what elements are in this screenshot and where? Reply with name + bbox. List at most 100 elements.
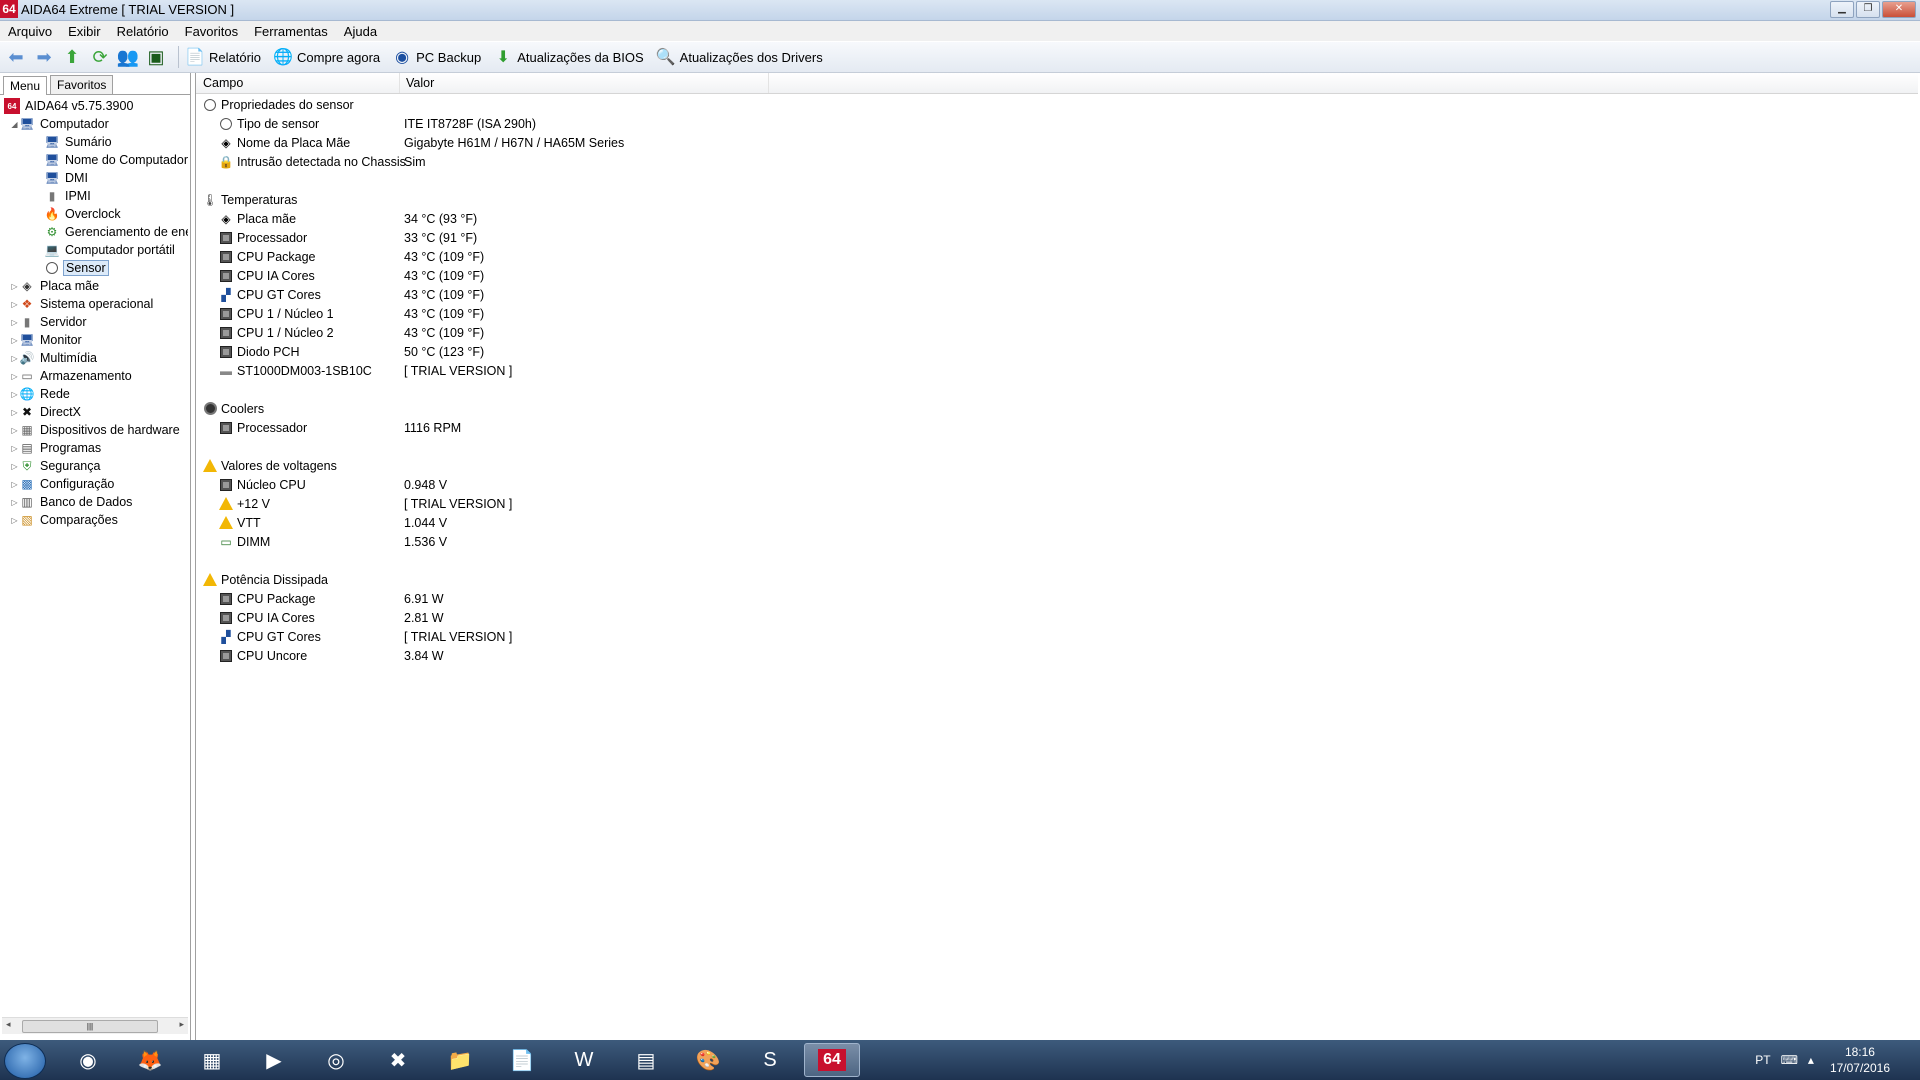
clock[interactable]: 18:16 17/07/2016 bbox=[1830, 1044, 1890, 1076]
menu-exibir[interactable]: Exibir bbox=[60, 24, 109, 39]
tree-item-multimedia[interactable]: ▷ 🔊 Multimídia bbox=[10, 349, 99, 367]
tree-item-database[interactable]: ▷ ▥ Banco de Dados bbox=[10, 493, 134, 511]
users-icon[interactable]: 👥 bbox=[116, 45, 140, 69]
excel-icon[interactable]: ✖ bbox=[370, 1043, 426, 1077]
tree-item-dmi[interactable]: 🖥 DMI bbox=[44, 169, 90, 187]
tree-item-server[interactable]: ▷ ▮ Servidor bbox=[10, 313, 89, 331]
list-item[interactable]: +12 V bbox=[218, 494, 270, 513]
driver-update-button[interactable]: 🔍 Atualizações dos Drivers bbox=[656, 47, 823, 67]
refresh-icon[interactable]: ⟳ bbox=[88, 45, 112, 69]
tree-item-motherboard[interactable]: ▷ ◈ Placa mãe bbox=[10, 277, 101, 295]
tab-menu[interactable]: Menu bbox=[3, 76, 48, 95]
tree-item-sensor[interactable]: Sensor bbox=[44, 259, 109, 277]
expand-triangle-icon[interactable]: ▷ bbox=[10, 408, 19, 417]
list-item[interactable]: CPU 1 / Núcleo 2 bbox=[218, 323, 334, 342]
aida64-app-icon[interactable]: 64 bbox=[0, 0, 18, 18]
expand-triangle-icon[interactable]: ▷ bbox=[10, 426, 19, 435]
list-item[interactable]: Processador bbox=[218, 418, 307, 437]
tree-item-power-management[interactable]: ⚙ Gerenciamento de ener bbox=[44, 223, 188, 241]
expand-triangle-icon[interactable]: ▷ bbox=[10, 462, 19, 471]
language-indicator[interactable]: PT bbox=[1755, 1053, 1770, 1067]
collapse-triangle-icon[interactable]: ◢ bbox=[10, 120, 19, 129]
menu-ajuda[interactable]: Ajuda bbox=[336, 24, 385, 39]
scrollbar-thumb[interactable]: ||| bbox=[22, 1020, 158, 1033]
report-button[interactable]: 📄 Relatório bbox=[185, 47, 261, 67]
back-arrow-icon[interactable]: ⬅ bbox=[4, 45, 28, 69]
expand-triangle-icon[interactable]: ▷ bbox=[10, 498, 19, 507]
scroll-left-arrow-icon[interactable]: ◂ bbox=[6, 1019, 11, 1030]
tree-item-ipmi[interactable]: ▮ IPMI bbox=[44, 187, 93, 205]
tree-item-overclock[interactable]: 🔥 Overclock bbox=[44, 205, 123, 223]
menu-arquivo[interactable]: Arquivo bbox=[0, 24, 60, 39]
column-value-header[interactable]: Valor bbox=[399, 73, 769, 93]
expand-triangle-icon[interactable]: ▷ bbox=[10, 354, 19, 363]
tray-expand-icon[interactable]: ▴ bbox=[1808, 1053, 1814, 1067]
expand-triangle-icon[interactable]: ▷ bbox=[10, 444, 19, 453]
list-item[interactable]: ◈ Placa mãe bbox=[218, 209, 296, 228]
expand-triangle-icon[interactable]: ▷ bbox=[10, 282, 19, 291]
tree-item-benchmarks[interactable]: ▷ ▧ Comparações bbox=[10, 511, 120, 529]
tree-horizontal-scrollbar[interactable]: ◂ ||| ▸ bbox=[2, 1017, 188, 1034]
browser-icon[interactable]: ◎ bbox=[308, 1043, 364, 1077]
tree-item-os[interactable]: ▷ ❖ Sistema operacional bbox=[10, 295, 155, 313]
tree-item-configuration[interactable]: ▷ ▩ Configuração bbox=[10, 475, 116, 493]
menu-relatorio[interactable]: Relatório bbox=[109, 24, 177, 39]
pc-backup-button[interactable]: ◉ PC Backup bbox=[392, 47, 481, 67]
keyboard-icon[interactable]: ⌨ bbox=[1781, 1053, 1798, 1067]
expand-triangle-icon[interactable]: ▷ bbox=[10, 318, 19, 327]
tree-item-programs[interactable]: ▷ ▤ Programas bbox=[10, 439, 103, 457]
document-icon[interactable]: 📄 bbox=[494, 1043, 550, 1077]
expand-triangle-icon[interactable]: ▷ bbox=[10, 300, 19, 309]
tree-item-security[interactable]: ▷ ⛨ Segurança bbox=[10, 457, 102, 475]
list-item[interactable]: CPU Uncore bbox=[218, 646, 307, 665]
expand-triangle-icon[interactable]: ▷ bbox=[10, 390, 19, 399]
list-item[interactable]: CPU 1 / Núcleo 1 bbox=[218, 304, 334, 323]
expand-triangle-icon[interactable]: ▷ bbox=[10, 480, 19, 489]
bios-update-button[interactable]: ⬇ Atualizações da BIOS bbox=[493, 47, 643, 67]
chrome-icon[interactable]: ◉ bbox=[60, 1043, 116, 1077]
minimize-button[interactable]: ▁ bbox=[1830, 1, 1854, 18]
tree-item-storage[interactable]: ▷ ▭ Armazenamento bbox=[10, 367, 134, 385]
section-power[interactable]: Potência Dissipada bbox=[202, 570, 328, 589]
tree-root[interactable]: 64 AIDA64 v5.75.3900 bbox=[4, 97, 135, 115]
list-item[interactable]: ◈ Nome da Placa Mãe bbox=[218, 133, 350, 152]
scroll-right-arrow-icon[interactable]: ▸ bbox=[179, 1019, 184, 1030]
maximize-button[interactable]: ❐ bbox=[1856, 1, 1880, 18]
list-item[interactable]: ▞ CPU GT Cores bbox=[218, 627, 320, 646]
tree-item-directx[interactable]: ▷ ✖ DirectX bbox=[10, 403, 83, 421]
list-item[interactable]: CPU IA Cores bbox=[218, 608, 315, 627]
buy-now-button[interactable]: 🌐 Compre agora bbox=[273, 47, 380, 67]
tab-favorites[interactable]: Favoritos bbox=[50, 75, 114, 94]
firefox-icon[interactable]: 🦊 bbox=[122, 1043, 178, 1077]
paint-icon[interactable]: 🎨 bbox=[680, 1043, 736, 1077]
menu-ferramentas[interactable]: Ferramentas bbox=[246, 24, 336, 39]
tree-item-hardware-devices[interactable]: ▷ ▦ Dispositivos de hardware bbox=[10, 421, 182, 439]
section-voltages[interactable]: Valores de voltagens bbox=[202, 456, 337, 475]
expand-triangle-icon[interactable]: ▷ bbox=[10, 372, 19, 381]
list-item[interactable]: ▞ CPU GT Cores bbox=[218, 285, 320, 304]
monitor-icon[interactable]: ▣ bbox=[144, 45, 168, 69]
column-field-header[interactable]: Campo bbox=[196, 73, 400, 93]
up-arrow-icon[interactable]: ⬆ bbox=[60, 45, 84, 69]
calculator-icon[interactable]: ▦ bbox=[184, 1043, 240, 1077]
aida64-taskbar-button[interactable]: 64 bbox=[804, 1043, 860, 1077]
skype-icon[interactable]: S bbox=[742, 1043, 798, 1077]
section-coolers[interactable]: Coolers bbox=[202, 399, 264, 418]
forward-arrow-icon[interactable]: ➡ bbox=[32, 45, 56, 69]
expand-triangle-icon[interactable]: ▷ bbox=[10, 516, 19, 525]
menu-favoritos[interactable]: Favoritos bbox=[177, 24, 246, 39]
list-item[interactable]: Tipo de sensor bbox=[218, 114, 319, 133]
tree-item-network[interactable]: ▷ 🌐 Rede bbox=[10, 385, 72, 403]
spreadsheet-icon[interactable]: ▤ bbox=[618, 1043, 674, 1077]
list-item[interactable]: Diodo PCH bbox=[218, 342, 300, 361]
expand-triangle-icon[interactable]: ▷ bbox=[10, 336, 19, 345]
tree-item-computer-name[interactable]: 🖥 Nome do Computador bbox=[44, 151, 188, 169]
tree-item-laptop[interactable]: 💻 Computador portátil bbox=[44, 241, 177, 259]
list-item[interactable]: CPU Package bbox=[218, 247, 316, 266]
section-sensor-properties[interactable]: Propriedades do sensor bbox=[202, 95, 354, 114]
section-temperatures[interactable]: 🌡 Temperaturas bbox=[202, 190, 297, 209]
list-item[interactable]: 🔒 Intrusão detectada no Chassis bbox=[218, 152, 406, 171]
list-item[interactable]: VTT bbox=[218, 513, 261, 532]
list-item[interactable]: CPU Package bbox=[218, 589, 316, 608]
list-item[interactable]: ▬ ST1000DM003-1SB10C bbox=[218, 361, 372, 380]
